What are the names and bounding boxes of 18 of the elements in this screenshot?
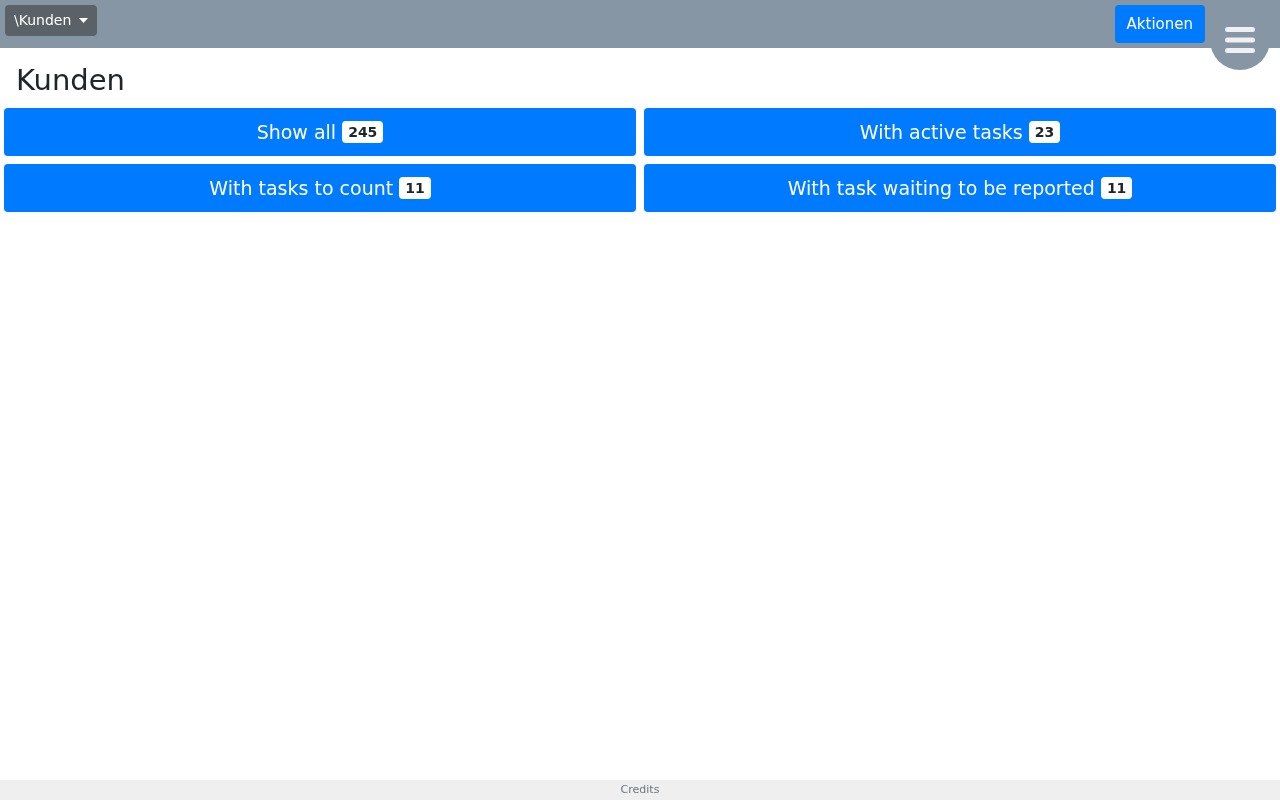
filter-label: With active tasks <box>859 119 1023 145</box>
caret-icon <box>79 18 89 23</box>
credits-link[interactable]: Credits <box>620 781 660 799</box>
count-badge: 11 <box>399 177 431 199</box>
filter-button[interactable]: With tasks to count 11 <box>4 164 636 212</box>
filter-button[interactable]: With active tasks 23 <box>644 108 1276 156</box>
count-badge: 11 <box>1100 177 1133 199</box>
filter-button[interactable]: With task waiting to be reported 11 <box>644 164 1276 212</box>
actions-button[interactable]: Aktionen <box>1114 5 1205 43</box>
menu-icon <box>1225 27 1255 53</box>
count-badge: 23 <box>1028 121 1061 143</box>
page-title: Kunden <box>16 62 125 98</box>
filter-button[interactable]: Show all 245 <box>4 108 636 156</box>
filter-label: Show all <box>256 119 337 145</box>
breadcrumb-dropdown[interactable]: \Kunden <box>5 5 98 36</box>
filter-label: With task waiting to be reported <box>787 175 1095 201</box>
count-badge: 245 <box>342 121 384 143</box>
filter-label: With tasks to count <box>209 175 394 201</box>
